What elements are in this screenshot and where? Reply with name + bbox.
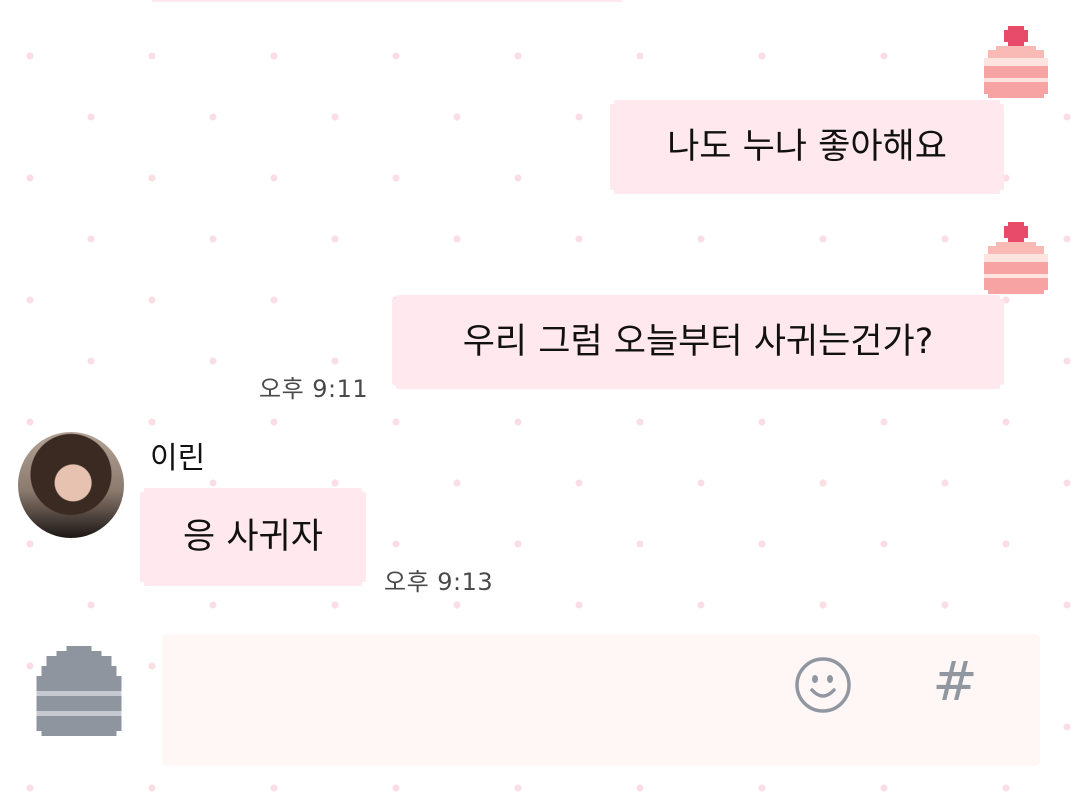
message-bubble-in[interactable]: 응 사귀자	[144, 492, 362, 582]
sticker-button-icon[interactable]	[36, 646, 122, 736]
message-timestamp: 오후 9:11	[259, 375, 369, 403]
message-text: 응 사귀자	[183, 516, 323, 557]
hashtag-button[interactable]: #	[928, 652, 982, 712]
message-input[interactable]	[162, 634, 1040, 766]
sender-name: 이린	[150, 441, 206, 476]
cake-sticker-icon	[984, 26, 1048, 98]
message-timestamp: 오후 9:13	[384, 568, 494, 596]
message-bubble-out[interactable]: 우리 그럼 오늘부터 사귀는건가?	[396, 299, 1000, 385]
cake-sticker-icon	[984, 222, 1048, 294]
message-text: 나도 누나 좋아해요	[667, 126, 947, 167]
smiley-icon[interactable]	[794, 656, 852, 714]
message-text: 우리 그럼 오늘부터 사귀는건가?	[462, 321, 934, 362]
previous-message-bubble	[152, 0, 622, 2]
message-bubble-out[interactable]: 나도 누나 좋아해요	[614, 104, 1000, 190]
avatar[interactable]	[18, 432, 124, 538]
